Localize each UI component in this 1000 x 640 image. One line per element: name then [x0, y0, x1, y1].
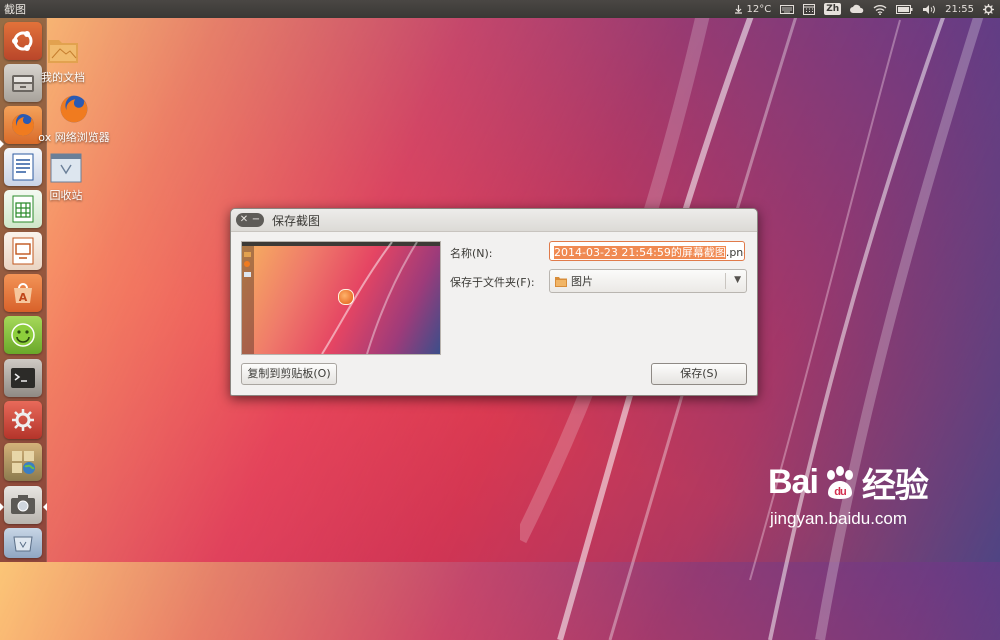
- watermark-brand: Bai: [768, 463, 819, 501]
- input-method-indicator[interactable]: Zh: [824, 3, 842, 15]
- file-manager-icon: [12, 75, 34, 92]
- filename-input[interactable]: 2014-03-23 21:54:59的屏幕截图.png: [549, 241, 745, 261]
- watermark-brand-suffix: 经验: [861, 467, 929, 505]
- active-app-title: 截图: [4, 3, 26, 16]
- svg-text:A: A: [19, 291, 28, 304]
- watermark-logo: Bai du 经验: [768, 458, 929, 507]
- launcher-impress-button[interactable]: [4, 232, 42, 270]
- volume-indicator[interactable]: [922, 4, 936, 15]
- name-label: 名称(N):: [450, 247, 493, 260]
- desktop-icon-label: ox 网络浏览器: [38, 131, 110, 144]
- software-center-icon: A: [14, 283, 32, 304]
- libreoffice-calc-icon: [12, 195, 34, 223]
- smiley-icon: [11, 323, 35, 347]
- calendar-indicator[interactable]: [803, 3, 816, 15]
- system-settings-icon: [12, 409, 34, 431]
- wifi-indicator[interactable]: [873, 4, 887, 15]
- desktop-icon-label: 我的文档: [41, 71, 85, 84]
- indicator-area: 12°C Zh 21:55: [733, 0, 994, 18]
- cloud-indicator[interactable]: [850, 4, 864, 14]
- desktop-icon-documents[interactable]: 我的文档: [40, 34, 86, 85]
- libreoffice-writer-icon: [12, 153, 34, 181]
- dialog-titlebar[interactable]: ✕ − 保存截图: [231, 209, 757, 232]
- screenshot-icon: [11, 495, 35, 514]
- terminal-icon: [11, 368, 35, 388]
- session-indicator[interactable]: [983, 3, 994, 15]
- launcher-software-center-button[interactable]: A: [4, 274, 42, 312]
- launcher-ubuntu-one-button[interactable]: [4, 316, 42, 354]
- minimize-icon[interactable]: −: [250, 214, 262, 226]
- baidu-watermark: Bai du 经验 jingyan.baidu.com: [768, 458, 929, 529]
- launcher-trash-button[interactable]: [4, 528, 42, 558]
- keyboard-indicator[interactable]: [780, 4, 795, 14]
- folder-icon: [48, 40, 78, 63]
- trash-icon: [13, 536, 33, 552]
- screenshot-preview: [241, 241, 441, 355]
- save-screenshot-dialog: ✕ − 保存截图 名称(N): 2014-03-23 21:54:59的屏幕截图…: [230, 208, 758, 396]
- folder-icon: [555, 276, 567, 287]
- volume-icon: [923, 4, 936, 14]
- svg-text:du: du: [834, 486, 846, 498]
- firefox-icon: [60, 95, 88, 123]
- launcher-settings-button[interactable]: [4, 401, 42, 439]
- watermark-url: jingyan.baidu.com: [770, 509, 908, 528]
- calendar-icon: [803, 4, 816, 15]
- folder-select[interactable]: 图片 ▼: [549, 269, 747, 293]
- battery-icon: [896, 4, 913, 14]
- ubuntu-dash-icon: [12, 31, 33, 51]
- filename-extension: .png: [725, 246, 744, 259]
- wifi-icon: [873, 4, 887, 15]
- launcher-dash-button[interactable]: [4, 22, 42, 60]
- preview-streaks: [244, 242, 418, 354]
- close-icon[interactable]: ✕: [238, 214, 250, 226]
- launcher-writer-button[interactable]: [4, 148, 42, 186]
- keyboard-icon: [780, 5, 795, 14]
- weather-indicator[interactable]: 12°C: [733, 4, 771, 15]
- clock[interactable]: 21:55: [945, 4, 974, 15]
- trash-icon: [50, 153, 82, 183]
- launcher-calc-button[interactable]: [4, 190, 42, 228]
- battery-indicator[interactable]: [896, 4, 913, 14]
- cloud-icon: [850, 4, 864, 13]
- firefox-icon: [12, 114, 34, 136]
- desktop-icon-trash[interactable]: 回收站: [44, 152, 88, 203]
- weather-icon: [734, 4, 742, 14]
- launcher-workspace-button[interactable]: [4, 443, 42, 481]
- gear-icon: [983, 3, 994, 15]
- desktop-icon-firefox[interactable]: ox 网络浏览器: [34, 92, 114, 145]
- copy-to-clipboard-button[interactable]: 复制到剪贴板(O): [241, 363, 337, 385]
- launcher-terminal-button[interactable]: [4, 359, 42, 397]
- focused-indicator: [43, 503, 47, 511]
- paw-icon: du: [826, 465, 853, 499]
- launcher-screenshot-button[interactable]: [4, 486, 42, 524]
- window-controls: ✕ −: [236, 213, 264, 227]
- combo-separator: [725, 273, 726, 289]
- running-indicator: [0, 140, 4, 148]
- top-panel: 截图 12°C Zh 21:55: [0, 0, 1000, 18]
- folder-value: 图片: [571, 275, 593, 288]
- workspace-switcher-icon: [12, 451, 35, 474]
- dialog-title: 保存截图: [272, 213, 321, 228]
- desktop-icon-label: 回收站: [49, 189, 83, 202]
- folder-label: 保存于文件夹(F):: [450, 276, 535, 289]
- filename-selected-text: 2014-03-23 21:54:59的屏幕截图: [554, 246, 726, 259]
- save-button[interactable]: 保存(S): [651, 363, 747, 385]
- chevron-down-icon: ▼: [734, 275, 741, 285]
- libreoffice-impress-icon: [12, 237, 34, 265]
